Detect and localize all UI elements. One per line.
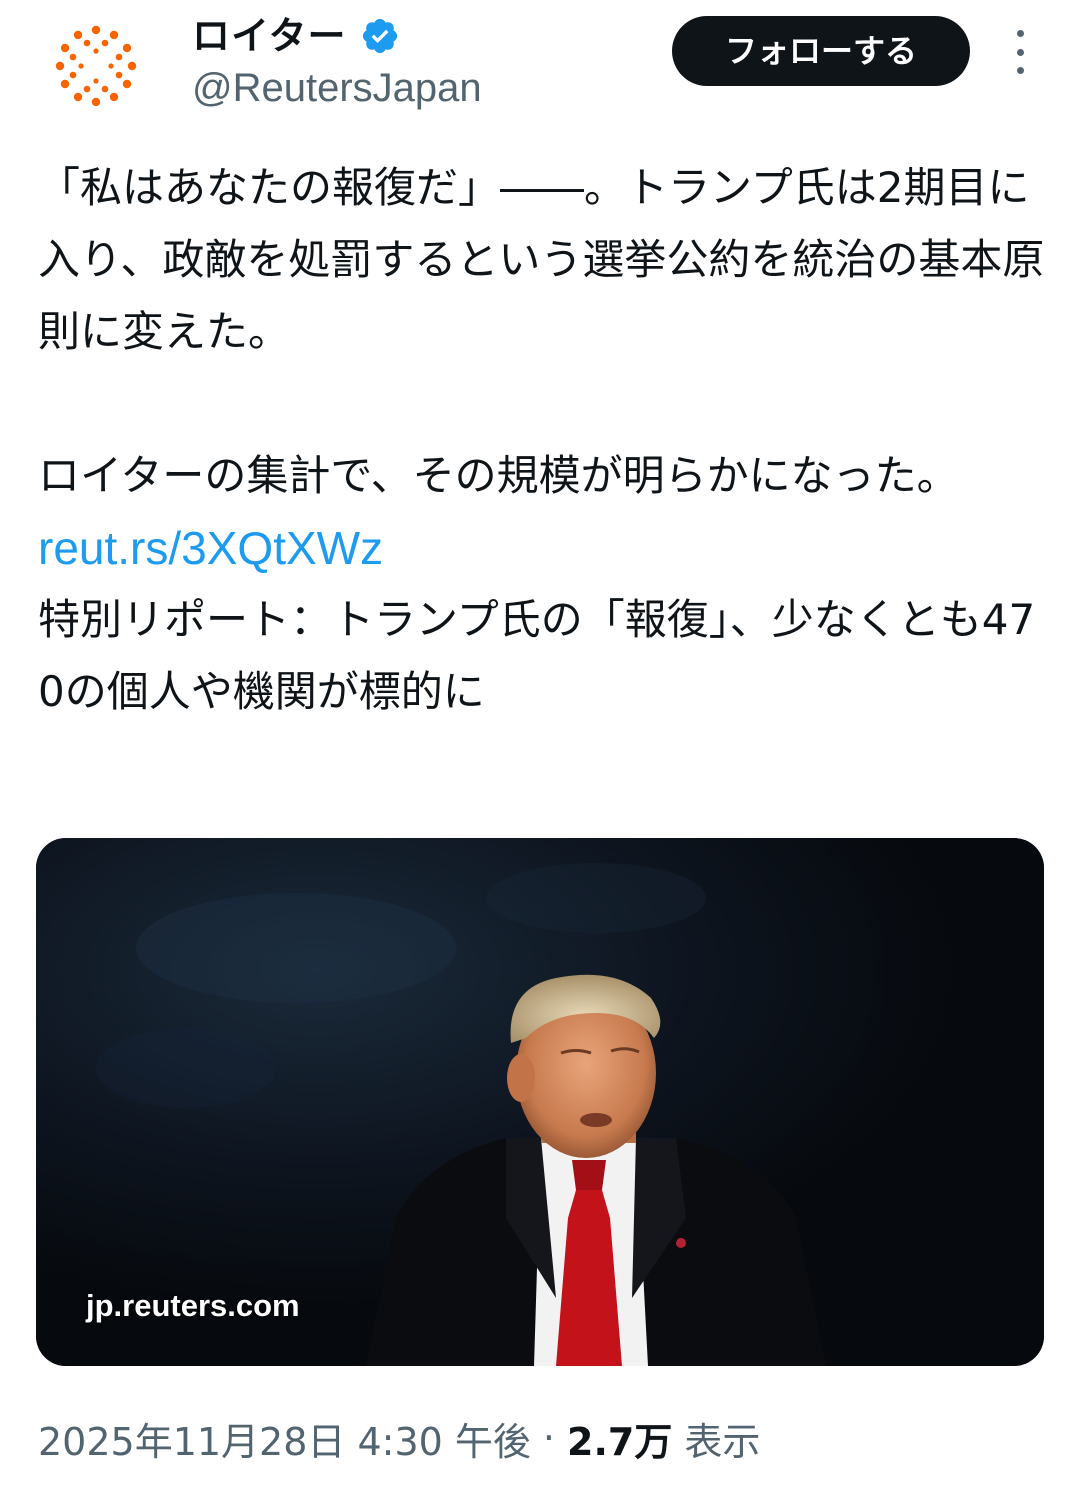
tweet-link[interactable]: reut.rs/3XQtXWz <box>38 512 1048 584</box>
timestamp[interactable]: 2025年11月28日 4:30 午後 <box>38 1411 531 1466</box>
more-dot <box>1016 48 1024 56</box>
reuters-logo-icon <box>55 25 137 107</box>
views-label: 表示 <box>684 1419 761 1464</box>
display-name[interactable]: ロイター <box>192 12 346 60</box>
avatar[interactable] <box>48 18 144 114</box>
verified-badge-icon[interactable] <box>360 16 400 56</box>
tweet-paragraph-2: ロイターの集計で、その規模が明らかになった。 <box>38 451 959 500</box>
account-handle[interactable]: @ReutersJapan <box>192 64 482 112</box>
tweet-meta: 2025年11月28日 4:30 午後 · 2.7万 表示 <box>38 1410 760 1466</box>
name-row: ロイター <box>192 12 400 60</box>
tweet-paragraph-1: 「私はあなたの報復だ」――。トランプ氏は2期目に入り、政敵を処罰するという選挙公… <box>38 163 1045 356</box>
tweet-headline: 特別リポート：トランプ氏の「報復」、少なくとも470の個人や機関が標的に <box>38 595 1036 716</box>
card-domain: jp.reuters.com <box>86 1288 300 1323</box>
tweet-header: ロイター @ReutersJapan フォローする <box>0 0 1080 120</box>
link-card-image[interactable]: jp.reuters.com <box>36 838 1044 1366</box>
follow-button[interactable]: フォローする <box>672 16 970 86</box>
more-vertical-icon[interactable] <box>1000 30 1040 74</box>
more-dot <box>1016 67 1024 74</box>
tweet-text: 「私はあなたの報復だ」――。トランプ氏は2期目に入り、政敵を処罰するという選挙公… <box>38 152 1048 728</box>
meta-separator: · <box>542 1416 555 1460</box>
more-dot <box>1016 30 1024 37</box>
views-count: 2.7万 <box>567 1419 673 1464</box>
